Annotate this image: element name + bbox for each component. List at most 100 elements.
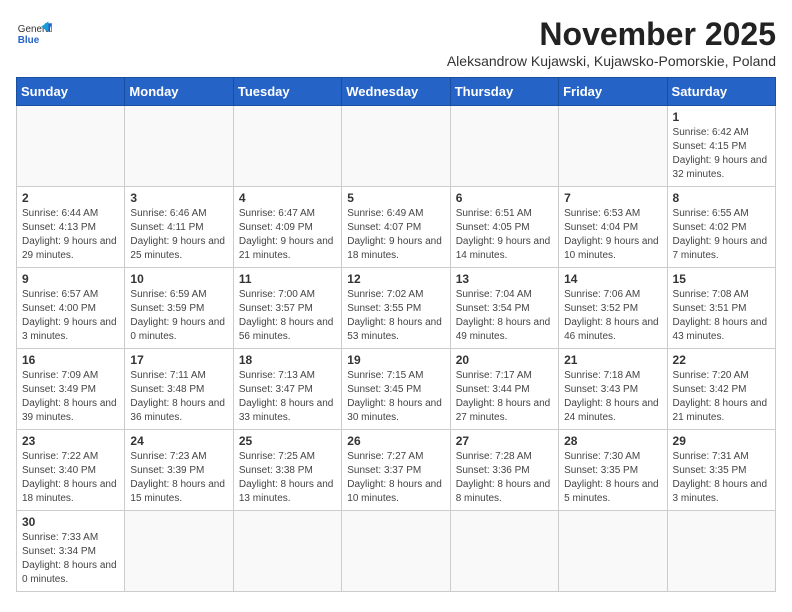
day-cell: 2 Sunrise: 6:44 AM Sunset: 4:13 PM Daylig… xyxy=(17,187,125,268)
day-info: Sunrise: 6:53 AM Sunset: 4:04 PM Dayligh… xyxy=(564,207,661,263)
day-cell xyxy=(450,511,558,592)
day-number: 18 xyxy=(239,353,336,367)
location-subtitle: Aleksandrow Kujawski, Kujawsko-Pomorskie… xyxy=(447,53,776,69)
day-cell xyxy=(342,511,450,592)
weekday-header-tuesday: Tuesday xyxy=(233,78,341,106)
day-info: Sunrise: 7:15 AM Sunset: 3:45 PM Dayligh… xyxy=(347,369,444,425)
day-cell xyxy=(233,106,341,187)
day-cell: 14 Sunrise: 7:06 AM Sunset: 3:52 PM Dayli… xyxy=(559,268,667,349)
day-cell: 12 Sunrise: 7:02 AM Sunset: 3:55 PM Dayli… xyxy=(342,268,450,349)
week-row-3: 9Sunrise: 6:57 AM Sunset: 4:00 PM Daylig… xyxy=(17,268,776,349)
day-number: 16 xyxy=(22,353,119,367)
day-cell xyxy=(667,511,775,592)
week-row-4: 16 Sunrise: 7:09 AM Sunset: 3:49 PM Dayli… xyxy=(17,349,776,430)
day-cell xyxy=(559,106,667,187)
day-cell: 17Sunrise: 7:11 AM Sunset: 3:48 PM Dayli… xyxy=(125,349,233,430)
week-row-2: 2 Sunrise: 6:44 AM Sunset: 4:13 PM Daylig… xyxy=(17,187,776,268)
weekday-header-friday: Friday xyxy=(559,78,667,106)
day-info: Sunrise: 7:28 AM Sunset: 3:36 PM Dayligh… xyxy=(456,450,553,506)
day-info: Sunrise: 7:33 AM Sunset: 3:34 PM Dayligh… xyxy=(22,531,119,587)
day-number: 5 xyxy=(347,191,444,205)
day-cell: 22Sunrise: 7:20 AM Sunset: 3:42 PM Dayli… xyxy=(667,349,775,430)
week-row-5: 23Sunrise: 7:22 AM Sunset: 3:40 PM Dayli… xyxy=(17,430,776,511)
day-cell: 8 Sunrise: 6:55 AM Sunset: 4:02 PM Daylig… xyxy=(667,187,775,268)
day-number: 1 xyxy=(673,110,770,124)
day-info: Sunrise: 6:59 AM Sunset: 3:59 PM Dayligh… xyxy=(130,288,227,344)
day-number: 11 xyxy=(239,272,336,286)
day-info: Sunrise: 7:17 AM Sunset: 3:44 PM Dayligh… xyxy=(456,369,553,425)
day-cell: 23Sunrise: 7:22 AM Sunset: 3:40 PM Dayli… xyxy=(17,430,125,511)
weekday-header-sunday: Sunday xyxy=(17,78,125,106)
day-number: 14 xyxy=(564,272,661,286)
day-cell: 13 Sunrise: 7:04 AM Sunset: 3:54 PM Dayli… xyxy=(450,268,558,349)
day-info: Sunrise: 7:00 AM Sunset: 3:57 PM Dayligh… xyxy=(239,288,336,344)
day-number: 10 xyxy=(130,272,227,286)
day-number: 3 xyxy=(130,191,227,205)
day-number: 6 xyxy=(456,191,553,205)
day-info: Sunrise: 7:02 AM Sunset: 3:55 PM Dayligh… xyxy=(347,288,444,344)
weekday-header-wednesday: Wednesday xyxy=(342,78,450,106)
month-title: November 2025 xyxy=(447,16,776,53)
day-number: 17 xyxy=(130,353,227,367)
weekday-header-saturday: Saturday xyxy=(667,78,775,106)
day-cell xyxy=(233,511,341,592)
day-cell xyxy=(450,106,558,187)
day-info: Sunrise: 7:27 AM Sunset: 3:37 PM Dayligh… xyxy=(347,450,444,506)
day-cell: 4 Sunrise: 6:47 AM Sunset: 4:09 PM Daylig… xyxy=(233,187,341,268)
day-cell: 15 Sunrise: 7:08 AM Sunset: 3:51 PM Dayli… xyxy=(667,268,775,349)
day-cell: 1Sunrise: 6:42 AM Sunset: 4:15 PM Daylig… xyxy=(667,106,775,187)
day-info: Sunrise: 7:23 AM Sunset: 3:39 PM Dayligh… xyxy=(130,450,227,506)
day-info: Sunrise: 6:49 AM Sunset: 4:07 PM Dayligh… xyxy=(347,207,444,263)
day-info: Sunrise: 6:46 AM Sunset: 4:11 PM Dayligh… xyxy=(130,207,227,263)
day-info: Sunrise: 6:44 AM Sunset: 4:13 PM Dayligh… xyxy=(22,207,119,263)
day-cell: 25 Sunrise: 7:25 AM Sunset: 3:38 PM Dayli… xyxy=(233,430,341,511)
weekday-header-monday: Monday xyxy=(125,78,233,106)
day-cell xyxy=(559,511,667,592)
day-cell: 18Sunrise: 7:13 AM Sunset: 3:47 PM Dayli… xyxy=(233,349,341,430)
day-number: 24 xyxy=(130,434,227,448)
day-info: Sunrise: 7:09 AM Sunset: 3:49 PM Dayligh… xyxy=(22,369,119,425)
day-cell: 21Sunrise: 7:18 AM Sunset: 3:43 PM Dayli… xyxy=(559,349,667,430)
day-cell: 9Sunrise: 6:57 AM Sunset: 4:00 PM Daylig… xyxy=(17,268,125,349)
day-info: Sunrise: 7:08 AM Sunset: 3:51 PM Dayligh… xyxy=(673,288,770,344)
day-cell: 29Sunrise: 7:31 AM Sunset: 3:35 PM Dayli… xyxy=(667,430,775,511)
generalblue-logo-icon: General Blue xyxy=(16,16,52,52)
day-cell xyxy=(125,106,233,187)
day-number: 19 xyxy=(347,353,444,367)
day-number: 22 xyxy=(673,353,770,367)
weekday-header-thursday: Thursday xyxy=(450,78,558,106)
day-info: Sunrise: 7:04 AM Sunset: 3:54 PM Dayligh… xyxy=(456,288,553,344)
day-info: Sunrise: 6:57 AM Sunset: 4:00 PM Dayligh… xyxy=(22,288,119,344)
day-cell: 30Sunrise: 7:33 AM Sunset: 3:34 PM Dayli… xyxy=(17,511,125,592)
day-number: 7 xyxy=(564,191,661,205)
logo: General Blue xyxy=(16,16,52,52)
day-info: Sunrise: 7:31 AM Sunset: 3:35 PM Dayligh… xyxy=(673,450,770,506)
day-number: 28 xyxy=(564,434,661,448)
weekday-header-row: SundayMondayTuesdayWednesdayThursdayFrid… xyxy=(17,78,776,106)
day-info: Sunrise: 7:06 AM Sunset: 3:52 PM Dayligh… xyxy=(564,288,661,344)
week-row-6: 30Sunrise: 7:33 AM Sunset: 3:34 PM Dayli… xyxy=(17,511,776,592)
day-info: Sunrise: 7:18 AM Sunset: 3:43 PM Dayligh… xyxy=(564,369,661,425)
day-cell xyxy=(342,106,450,187)
svg-text:Blue: Blue xyxy=(18,35,40,46)
day-number: 15 xyxy=(673,272,770,286)
day-cell: 6Sunrise: 6:51 AM Sunset: 4:05 PM Daylig… xyxy=(450,187,558,268)
day-cell: 19 Sunrise: 7:15 AM Sunset: 3:45 PM Dayli… xyxy=(342,349,450,430)
day-cell xyxy=(125,511,233,592)
day-number: 23 xyxy=(22,434,119,448)
day-cell: 24 Sunrise: 7:23 AM Sunset: 3:39 PM Dayli… xyxy=(125,430,233,511)
day-number: 8 xyxy=(673,191,770,205)
day-cell: 7 Sunrise: 6:53 AM Sunset: 4:04 PM Daylig… xyxy=(559,187,667,268)
day-number: 13 xyxy=(456,272,553,286)
day-info: Sunrise: 7:25 AM Sunset: 3:38 PM Dayligh… xyxy=(239,450,336,506)
day-info: Sunrise: 6:55 AM Sunset: 4:02 PM Dayligh… xyxy=(673,207,770,263)
day-number: 25 xyxy=(239,434,336,448)
day-cell: 16 Sunrise: 7:09 AM Sunset: 3:49 PM Dayli… xyxy=(17,349,125,430)
day-cell: 26Sunrise: 7:27 AM Sunset: 3:37 PM Dayli… xyxy=(342,430,450,511)
day-cell: 10 Sunrise: 6:59 AM Sunset: 3:59 PM Dayli… xyxy=(125,268,233,349)
day-number: 2 xyxy=(22,191,119,205)
day-info: Sunrise: 6:47 AM Sunset: 4:09 PM Dayligh… xyxy=(239,207,336,263)
day-number: 12 xyxy=(347,272,444,286)
page-header: General Blue November 2025 Aleksandrow K… xyxy=(16,16,776,69)
day-number: 4 xyxy=(239,191,336,205)
